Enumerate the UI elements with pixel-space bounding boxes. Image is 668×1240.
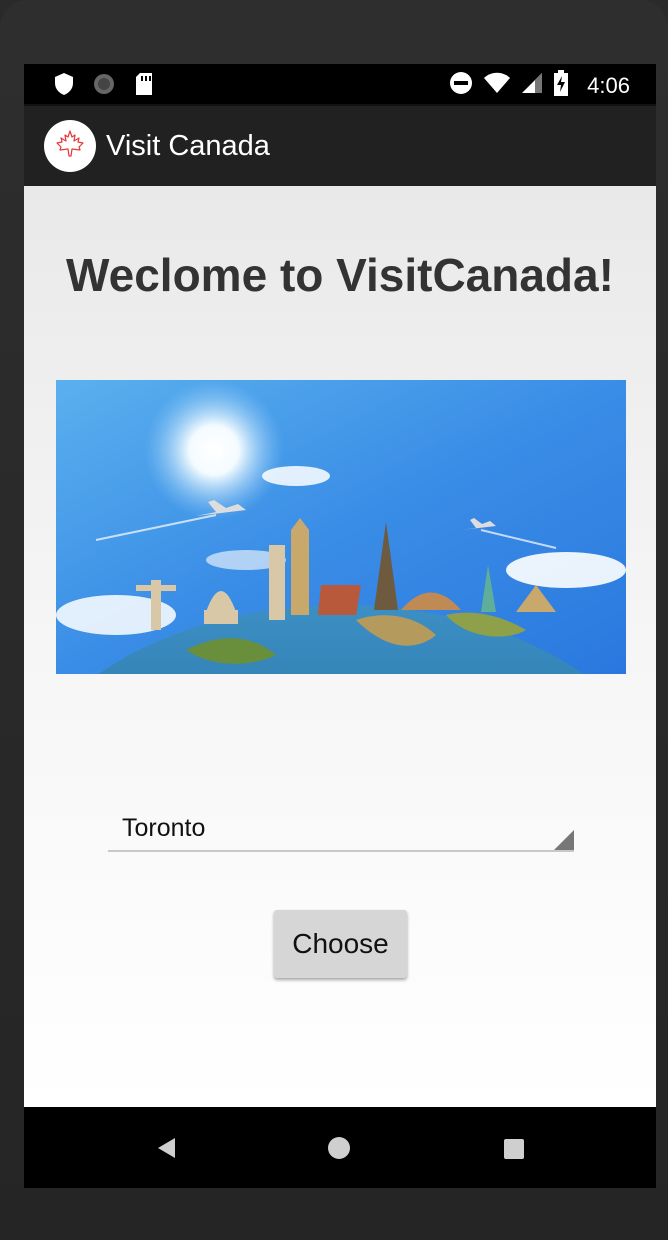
- signal-icon: [521, 72, 543, 99]
- app-title: Visit Canada: [106, 130, 270, 162]
- maple-leaf-icon: [55, 129, 85, 164]
- action-bar: Visit Canada: [24, 104, 656, 186]
- status-bar: 4:06: [24, 64, 656, 104]
- city-spinner[interactable]: Toronto: [108, 804, 574, 852]
- sync-icon: [92, 72, 116, 101]
- back-icon[interactable]: [156, 1137, 178, 1164]
- status-time: 4:06: [587, 72, 630, 98]
- wifi-icon: [483, 72, 511, 99]
- dropdown-arrow-icon: [554, 830, 574, 850]
- city-spinner-value: Toronto: [122, 814, 206, 842]
- main-content: Weclome to VisitCanada! Toronto Choose: [24, 186, 656, 1107]
- sd-card-icon: [134, 72, 154, 101]
- welcome-heading: Weclome to VisitCanada!: [66, 249, 614, 301]
- device-frame: 4:06 Visit Canada Weclome to VisitCanada…: [0, 0, 668, 1240]
- battery-charging-icon: [553, 70, 569, 101]
- do-not-disturb-icon: [449, 71, 473, 100]
- shield-icon: [54, 72, 74, 101]
- navigation-bar: [24, 1107, 656, 1188]
- app-logo: [44, 120, 96, 172]
- recents-icon[interactable]: [504, 1139, 524, 1159]
- choose-button[interactable]: Choose: [274, 910, 407, 978]
- home-icon[interactable]: [328, 1137, 350, 1159]
- phone-screen: 4:06 Visit Canada Weclome to VisitCanada…: [24, 64, 656, 1188]
- world-landmarks-image: [56, 380, 626, 674]
